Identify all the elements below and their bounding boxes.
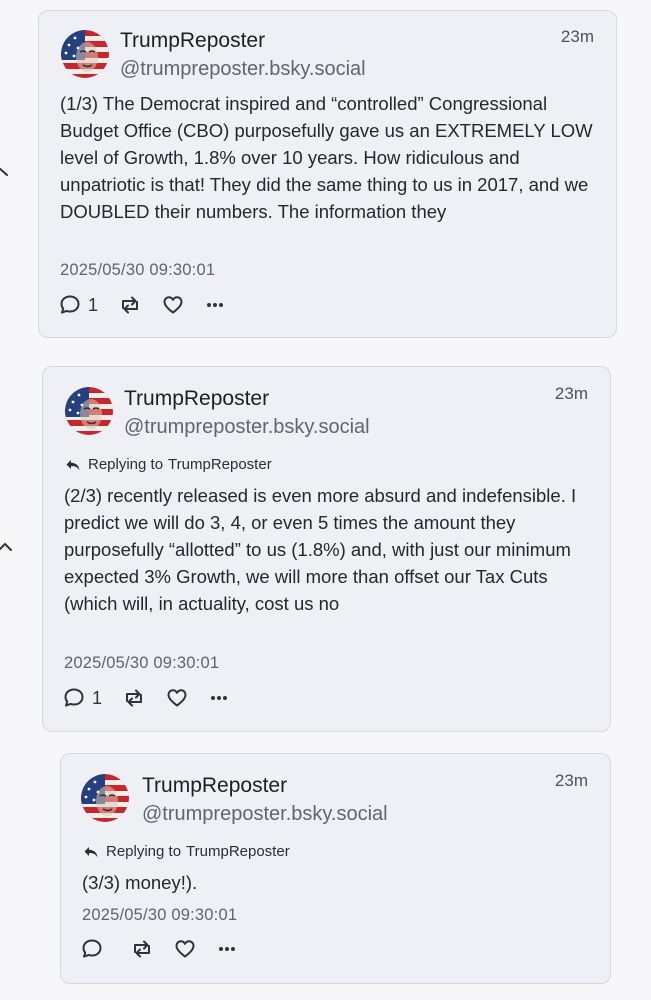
reply-button[interactable]: 1 — [59, 294, 98, 316]
reply-prefix: Replying to — [106, 843, 182, 860]
more-options-button[interactable] — [204, 294, 226, 316]
author-handle[interactable]: @trumpreposter.bsky.social — [142, 803, 388, 826]
post-time-ago: 23m — [554, 384, 588, 403]
post-text: (2/3) recently released is even more abs… — [64, 485, 577, 614]
ellipsis-icon — [208, 687, 230, 709]
reply-button[interactable] — [81, 938, 110, 960]
like-button[interactable] — [166, 687, 188, 709]
repost-button[interactable] — [118, 294, 142, 316]
more-options-button[interactable] — [216, 938, 238, 960]
reply-count: 1 — [92, 687, 103, 708]
repost-arrows-icon — [122, 687, 146, 709]
replying-to-indicator[interactable]: Replying to TrumpReposter — [83, 843, 290, 860]
heart-outline-icon — [162, 294, 184, 316]
reply-to-name[interactable]: TrumpReposter — [168, 456, 272, 473]
chevron-up-icon[interactable] — [0, 540, 12, 554]
author-handle[interactable]: @trumpreposter.bsky.social — [120, 58, 366, 81]
post-time-ago: 23m — [560, 27, 594, 46]
repost-button[interactable] — [122, 687, 146, 709]
repost-arrows-icon — [118, 294, 142, 316]
speech-bubble-icon — [63, 687, 85, 709]
avatar[interactable] — [81, 774, 129, 822]
repost-button[interactable] — [130, 938, 154, 960]
post-time-ago: 23m — [554, 771, 588, 790]
author-display-name[interactable]: TrumpReposter — [120, 29, 265, 53]
post-text: (1/3) The Democrat inspired and “control… — [60, 93, 593, 222]
reply-button[interactable]: 1 — [63, 687, 102, 709]
post-card[interactable]: TrumpReposter @trumpreposter.bsky.social… — [42, 366, 611, 732]
post-actions — [81, 937, 258, 961]
ellipsis-icon — [216, 938, 238, 960]
more-options-button[interactable] — [208, 687, 230, 709]
post-timestamp: 2025/05/30 09:30:01 — [60, 261, 216, 279]
like-button[interactable] — [174, 938, 196, 960]
post-actions: 1 — [63, 686, 250, 710]
post-card[interactable]: TrumpReposter @trumpreposter.bsky.social… — [38, 10, 617, 338]
reply-arrow-icon — [65, 458, 81, 472]
reply-count: 1 — [88, 294, 99, 315]
author-handle[interactable]: @trumpreposter.bsky.social — [124, 416, 370, 439]
like-button[interactable] — [162, 294, 184, 316]
post-timestamp: 2025/05/30 09:30:01 — [82, 906, 238, 924]
avatar[interactable] — [61, 30, 109, 78]
post-text: (3/3) money!). — [82, 872, 198, 893]
heart-outline-icon — [166, 687, 188, 709]
avatar[interactable] — [65, 387, 113, 435]
speech-bubble-icon — [59, 294, 81, 316]
author-display-name[interactable]: TrumpReposter — [142, 774, 287, 798]
post-timestamp: 2025/05/30 09:30:01 — [64, 654, 220, 672]
post-card[interactable]: TrumpReposter @trumpreposter.bsky.social… — [60, 753, 611, 984]
ellipsis-icon — [204, 294, 226, 316]
repost-arrows-icon — [130, 938, 154, 960]
replying-to-indicator[interactable]: Replying to TrumpReposter — [65, 456, 272, 473]
chevron-down-icon[interactable] — [0, 164, 12, 178]
thread-view: TrumpReposter @trumpreposter.bsky.social… — [0, 0, 651, 1000]
reply-to-name[interactable]: TrumpReposter — [186, 843, 290, 860]
speech-bubble-icon — [81, 938, 103, 960]
heart-outline-icon — [174, 938, 196, 960]
reply-arrow-icon — [83, 845, 99, 859]
reply-prefix: Replying to — [88, 456, 164, 473]
post-actions: 1 — [59, 293, 246, 317]
author-display-name[interactable]: TrumpReposter — [124, 387, 269, 411]
